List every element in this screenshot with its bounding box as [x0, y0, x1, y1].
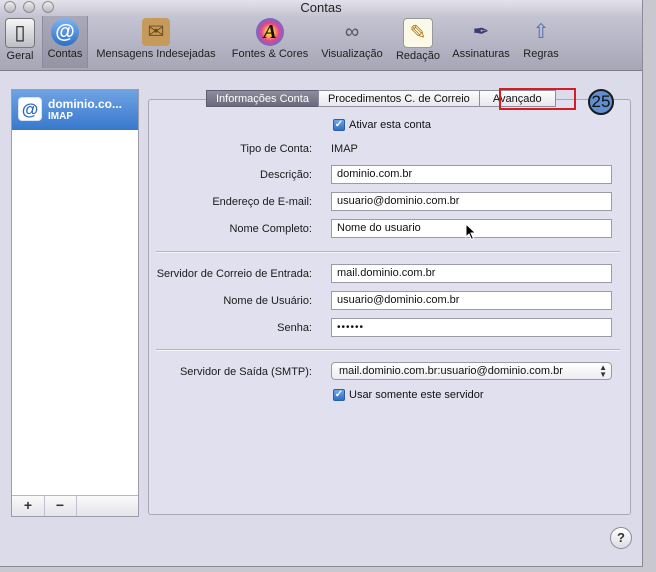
preferences-window: Contas ▯ Geral @ Contas ✉ Mensagens Inde…: [0, 0, 643, 567]
full-name-label: Nome Completo:: [229, 223, 312, 235]
accounts-list: @ dominio.co... IMAP + −: [11, 89, 139, 517]
toolbar-item-contas[interactable]: @ Contas: [42, 16, 88, 68]
account-name: dominio.co...: [48, 97, 122, 111]
toolbar-item-fontes-cores[interactable]: A Fontes & Cores: [228, 18, 312, 60]
accounts-list-footer: + −: [12, 495, 138, 516]
section-divider: [156, 251, 620, 253]
remove-account-button[interactable]: −: [44, 496, 77, 516]
annotation-highlight-box: [499, 88, 576, 110]
composing-icon: ✎: [403, 18, 433, 48]
close-window-button[interactable]: [4, 1, 16, 13]
tab-procedimentos-correio[interactable]: Procedimentos C. de Correio: [317, 90, 480, 107]
use-only-server-checkbox[interactable]: ✓: [333, 389, 345, 401]
at-sign-icon: @: [51, 18, 79, 46]
mouse-pointer-icon: [465, 223, 477, 241]
password-label: Senha:: [277, 322, 312, 334]
fonts-colors-icon: A: [256, 18, 284, 46]
use-only-server-label: Usar somente este servidor: [349, 389, 484, 401]
toolbar-item-geral[interactable]: ▯ Geral: [2, 18, 38, 62]
incoming-server-field[interactable]: mail.dominio.com.br: [331, 264, 612, 283]
toolbar-item-mensagens-indesejadas[interactable]: ✉ Mensagens Indesejadas: [92, 18, 220, 60]
chevron-up-down-icon: ▲ ▼: [599, 363, 607, 379]
enable-account-label: Ativar esta conta: [349, 119, 431, 131]
description-field[interactable]: dominio.com.br: [331, 165, 612, 184]
incoming-server-label: Servidor de Correio de Entrada:: [156, 268, 312, 280]
toolbar-item-assinaturas[interactable]: ✒ Assinaturas: [450, 18, 512, 60]
description-label: Descrição:: [260, 169, 312, 181]
smtp-server-select[interactable]: mail.dominio.com.br:usuario@dominio.com.…: [331, 362, 612, 380]
rules-icon: ⇧: [532, 21, 550, 43]
toolbar: ▯ Geral @ Contas ✉ Mensagens Indesejadas…: [0, 16, 642, 71]
smtp-label: Servidor de Saída (SMTP):: [179, 366, 312, 378]
viewing-glasses-icon: ∞: [344, 21, 360, 43]
toolbar-item-visualizacao[interactable]: ∞ Visualização: [318, 18, 386, 60]
step-number-badge: 25: [588, 89, 614, 115]
signature-pen-icon: ✒: [472, 21, 490, 43]
enable-account-checkbox[interactable]: ✓: [333, 119, 345, 131]
title-bar: Contas: [0, 0, 642, 16]
username-field[interactable]: usuario@dominio.com.br: [331, 291, 612, 310]
account-type-value: IMAP: [331, 143, 358, 155]
section-divider: [156, 349, 620, 351]
window-title: Contas: [300, 0, 342, 15]
zoom-window-button[interactable]: [42, 1, 54, 13]
help-button[interactable]: ?: [610, 527, 632, 549]
minimize-window-button[interactable]: [23, 1, 35, 13]
account-row-dominio[interactable]: @ dominio.co... IMAP: [12, 90, 138, 130]
email-label: Endereço de E-mail:: [212, 196, 312, 208]
toolbar-item-redacao[interactable]: ✎ Redação: [393, 18, 443, 62]
account-type-label: Tipo de Conta:: [240, 143, 312, 155]
smtp-server-value: mail.dominio.com.br:usuario@dominio.com.…: [339, 365, 563, 377]
username-label: Nome de Usuário:: [223, 295, 312, 307]
junk-mail-icon: ✉: [142, 18, 170, 46]
account-type: IMAP: [48, 111, 73, 122]
tab-informacoes-conta[interactable]: Informações Conta: [206, 90, 319, 107]
at-sign-icon: @: [18, 97, 42, 121]
general-switch-icon: ▯: [5, 18, 35, 48]
password-field[interactable]: ••••••: [331, 318, 612, 337]
add-account-button[interactable]: +: [12, 496, 45, 516]
toolbar-item-regras[interactable]: ⇧ Regras: [520, 18, 562, 60]
email-field[interactable]: usuario@dominio.com.br: [331, 192, 612, 211]
